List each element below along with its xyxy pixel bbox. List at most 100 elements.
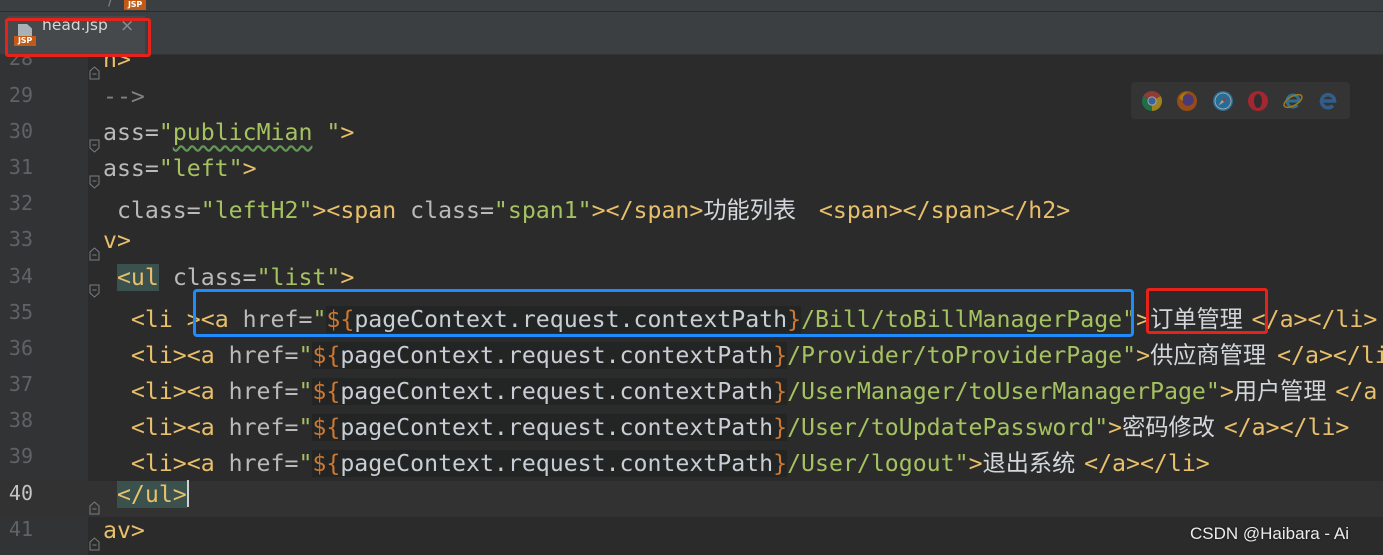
line-number: 41 bbox=[8, 516, 33, 541]
code-token: pageContext.request.contextPath bbox=[340, 341, 774, 369]
fold-end-icon[interactable] bbox=[89, 238, 100, 261]
code-text[interactable]: </ul> bbox=[103, 479, 189, 508]
code-token: ${ bbox=[326, 305, 355, 333]
chrome-icon[interactable] bbox=[1141, 90, 1163, 112]
code-token: class= bbox=[410, 197, 494, 225]
close-icon[interactable]: × bbox=[120, 16, 134, 36]
code-token: </a></li> bbox=[1223, 414, 1350, 442]
opera-icon[interactable] bbox=[1247, 90, 1269, 112]
watermark: CSDN @Haibara - Ai bbox=[1190, 524, 1349, 543]
code-token: pageContext.request.contextPath bbox=[340, 450, 774, 478]
code-line[interactable]: 36 <li><a href="${pageContext.request.co… bbox=[0, 336, 1383, 372]
code-token: ass= bbox=[103, 154, 159, 182]
code-line[interactable]: 40 </ul> bbox=[0, 479, 1383, 517]
code-token: <span></span></h2> bbox=[818, 197, 1071, 225]
code-token: /Provider/toProviderPage" bbox=[787, 341, 1137, 369]
code-text[interactable]: ass="left"> bbox=[103, 155, 257, 182]
code-line[interactable]: 32 class="leftH2"><span class="span1"></… bbox=[0, 191, 1383, 227]
line-number: 39 bbox=[8, 444, 33, 469]
code-text[interactable]: n> bbox=[103, 55, 131, 73]
code-token: > bbox=[1136, 305, 1151, 333]
code-token: </ul> bbox=[116, 480, 187, 508]
fold-end-icon[interactable] bbox=[89, 57, 100, 80]
code-token: href= bbox=[228, 450, 299, 478]
code-text[interactable]: <li><a href="${pageContext.request.conte… bbox=[103, 372, 1377, 406]
code-token: 供应商管理 bbox=[1150, 341, 1266, 369]
code-token: <li><a bbox=[103, 414, 229, 442]
line-number: 29 bbox=[8, 82, 33, 107]
internet-explorer-icon[interactable] bbox=[1282, 90, 1304, 112]
code-token: " bbox=[312, 305, 327, 333]
code-token: ${ bbox=[312, 378, 341, 406]
code-line[interactable]: 39 <li><a href="${pageContext.request.co… bbox=[0, 444, 1383, 480]
code-text[interactable]: <li ><a href="${pageContext.request.cont… bbox=[103, 300, 1377, 334]
code-line[interactable]: 37 <li><a href="${pageContext.request.co… bbox=[0, 372, 1383, 408]
code-token: href= bbox=[242, 305, 313, 333]
code-line[interactable]: 31 ass="left"> bbox=[0, 155, 1383, 191]
code-token: pageContext.request.contextPath bbox=[354, 305, 788, 333]
code-token: </a></li bbox=[1277, 341, 1383, 369]
jsp-file-icon[interactable]: JSP bbox=[124, 0, 146, 10]
code-token: 功能列表 bbox=[703, 197, 811, 225]
browser-preview-toolbar bbox=[1131, 82, 1350, 119]
code-text[interactable]: v> bbox=[103, 227, 131, 254]
code-token: <li><a bbox=[103, 450, 229, 478]
fold-start-icon[interactable] bbox=[89, 275, 100, 298]
code-text[interactable]: <ul class="list"> bbox=[103, 263, 355, 291]
code-token: } bbox=[773, 414, 788, 442]
firefox-icon[interactable] bbox=[1176, 90, 1198, 112]
editor-tab-head-jsp[interactable]: JSP head.jsp × bbox=[8, 16, 145, 54]
code-line[interactable]: 28 n> bbox=[0, 55, 1383, 83]
fold-end-icon[interactable] bbox=[89, 492, 100, 515]
line-number: 37 bbox=[8, 372, 33, 397]
code-text[interactable]: ass="publicMian "> bbox=[103, 119, 354, 146]
code-token: 密码修改 bbox=[1122, 414, 1215, 442]
code-token: --> bbox=[103, 82, 145, 110]
code-token: ${ bbox=[312, 341, 341, 369]
code-token: "left" bbox=[158, 154, 243, 182]
code-text[interactable]: av> bbox=[103, 517, 145, 544]
code-line[interactable]: 33 v> bbox=[0, 227, 1383, 263]
code-token: href= bbox=[228, 341, 299, 369]
code-text[interactable]: <li><a href="${pageContext.request.conte… bbox=[103, 408, 1349, 442]
code-token: "list" bbox=[256, 263, 341, 291]
fold-start-icon[interactable] bbox=[89, 166, 100, 189]
fold-end-icon[interactable] bbox=[89, 528, 100, 551]
code-token: > bbox=[1219, 378, 1234, 406]
code-text[interactable]: class="leftH2"><span class="span1"></spa… bbox=[103, 191, 1070, 225]
code-editor[interactable]: 28 n> 29 --> 30 ass="publicMian "> 31 ass="left… bbox=[0, 55, 1383, 555]
code-token: <li><a bbox=[103, 341, 229, 369]
code-token: pageContext.request.contextPath bbox=[340, 414, 774, 442]
code-token: /User/logout" bbox=[787, 450, 969, 478]
code-token: > bbox=[340, 263, 355, 291]
code-text[interactable]: <li><a href="${pageContext.request.conte… bbox=[103, 444, 1210, 478]
code-token: } bbox=[787, 305, 802, 333]
fold-start-icon[interactable] bbox=[89, 130, 100, 153]
code-line[interactable]: 41 av> bbox=[0, 517, 1383, 553]
code-token: ass= bbox=[103, 118, 159, 146]
code-text[interactable]: --> bbox=[103, 83, 145, 110]
code-token: > bbox=[242, 154, 257, 182]
line-number: 28 bbox=[8, 55, 33, 71]
code-token: " bbox=[298, 414, 313, 442]
edge-icon[interactable] bbox=[1317, 90, 1339, 112]
editor-tab-bar: JSP head.jsp × bbox=[0, 12, 1383, 55]
code-line[interactable]: 34 <ul class="list"> bbox=[0, 263, 1383, 300]
code-text[interactable]: <li><a href="${pageContext.request.conte… bbox=[103, 336, 1383, 370]
line-number: 35 bbox=[8, 299, 33, 324]
code-token: av> bbox=[103, 516, 145, 544]
code-token: href= bbox=[228, 414, 299, 442]
code-line[interactable]: 38 <li><a href="${pageContext.request.co… bbox=[0, 408, 1383, 444]
code-token: > bbox=[340, 118, 355, 146]
code-token: /Bill/toBillManagerPage" bbox=[801, 305, 1137, 333]
code-token: class= bbox=[172, 263, 257, 291]
code-token: } bbox=[773, 341, 788, 369]
safari-icon[interactable] bbox=[1212, 90, 1234, 112]
code-line[interactable]: 30 ass="publicMian "> bbox=[0, 119, 1383, 155]
code-line[interactable]: 35 <li ><a href="${pageContext.request.c… bbox=[0, 300, 1383, 336]
jsp-icon-label: JSP bbox=[14, 36, 36, 46]
code-token: ${ bbox=[312, 414, 341, 442]
